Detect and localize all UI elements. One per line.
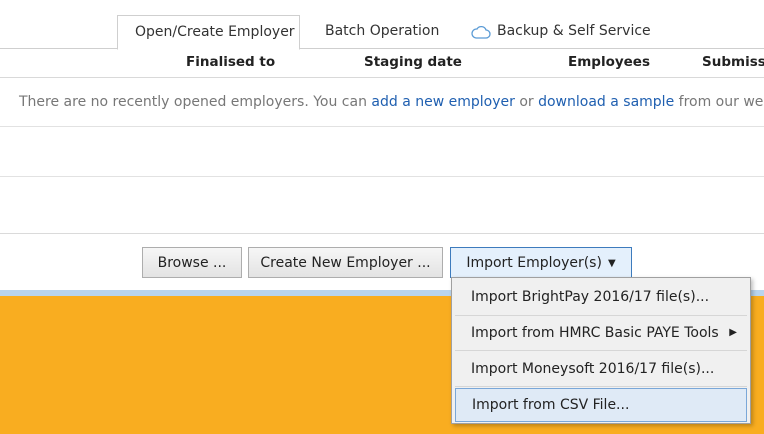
create-new-employer-button[interactable]: Create New Employer ... (248, 247, 443, 278)
tab-label: Batch Operation (325, 23, 440, 39)
menu-item-import-hmrc-basic-paye[interactable]: Import from HMRC Basic PAYE Tools ▶ (455, 316, 747, 350)
tab-label: Open/Create Employer (135, 24, 295, 40)
empty-message-suffix: from our website. (678, 94, 764, 110)
empty-message: There are no recently opened employers. … (19, 80, 764, 124)
tab-backup-self-service[interactable]: Backup & Self Service (459, 15, 663, 48)
menu-item-label: Import BrightPay 2016/17 file(s)... (471, 289, 710, 305)
tab-open-create-employer[interactable]: Open/Create Employer (117, 15, 300, 50)
column-header-employees[interactable]: Employees (568, 48, 650, 77)
column-header-submission[interactable]: Submissio (702, 48, 764, 77)
empty-message-middle: or (514, 94, 539, 110)
menu-item-label: Import Moneysoft 2016/17 file(s)... (471, 361, 715, 377)
import-dropdown-menu: Import BrightPay 2016/17 file(s)... Impo… (451, 277, 751, 424)
employer-table-header: Finalised to Staging date Employees Subm… (0, 48, 764, 78)
caret-down-icon: ▼ (607, 258, 616, 269)
browse-button[interactable]: Browse ... (142, 247, 242, 278)
menu-item-label: Import from CSV File... (472, 397, 630, 413)
download-sample-link[interactable]: download a sample (538, 94, 674, 110)
tab-batch-operation[interactable]: Batch Operation (313, 15, 451, 48)
add-new-employer-link[interactable]: add a new employer (371, 94, 514, 110)
submenu-arrow-icon: ▶ (729, 327, 737, 338)
menu-item-import-csv[interactable]: Import from CSV File... (455, 388, 747, 422)
empty-message-prefix: There are no recently opened employers. … (19, 94, 372, 110)
import-employers-label: Import Employer(s) (466, 255, 602, 271)
tab-label: Backup & Self Service (497, 23, 651, 39)
column-header-finalised-to[interactable]: Finalised to (186, 48, 275, 77)
menu-item-label: Import from HMRC Basic PAYE Tools (471, 325, 719, 341)
tab-bar: Open/Create Employer Batch Operation Bac… (0, 0, 764, 50)
table-row (0, 177, 764, 226)
column-header-staging-date[interactable]: Staging date (364, 48, 462, 77)
table-row: There are no recently opened employers. … (0, 78, 764, 127)
import-employers-button[interactable]: Import Employer(s) ▼ (450, 247, 632, 278)
menu-item-import-brightpay[interactable]: Import BrightPay 2016/17 file(s)... (455, 280, 747, 314)
menu-item-import-moneysoft[interactable]: Import Moneysoft 2016/17 file(s)... (455, 352, 747, 386)
menu-separator (455, 386, 747, 387)
table-row (0, 127, 764, 177)
menu-separator (455, 350, 747, 351)
